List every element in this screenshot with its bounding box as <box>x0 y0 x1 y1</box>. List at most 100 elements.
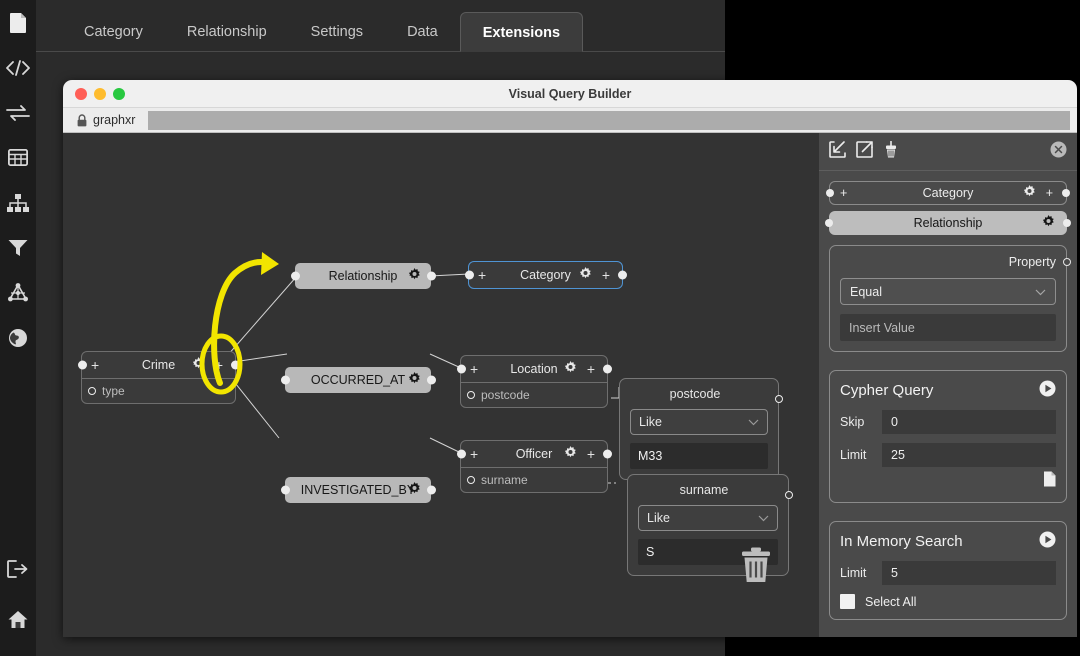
add-right-icon[interactable]: + <box>587 361 595 377</box>
brush-icon[interactable] <box>883 141 899 163</box>
add-left-icon[interactable]: + <box>470 446 478 462</box>
node-input-port[interactable] <box>281 486 290 495</box>
value-input[interactable]: Insert Value <box>840 314 1056 341</box>
gear-icon[interactable] <box>408 372 421 388</box>
node-output-port[interactable] <box>603 365 612 374</box>
close-icon[interactable] <box>1050 141 1067 163</box>
add-right-icon[interactable]: + <box>215 357 223 373</box>
node-output-port[interactable] <box>231 361 240 370</box>
globe-icon[interactable] <box>0 315 36 360</box>
gear-icon[interactable] <box>564 361 577 377</box>
graph-icon[interactable] <box>0 270 36 315</box>
property-port[interactable] <box>88 387 96 395</box>
card-footer <box>840 471 1056 492</box>
node-output-port[interactable] <box>427 272 436 281</box>
graph-node-category[interactable]: + Category + <box>468 261 623 289</box>
home-icon[interactable] <box>0 597 36 642</box>
add-right-icon[interactable]: + <box>1046 186 1053 200</box>
gear-icon[interactable] <box>579 267 592 283</box>
operator-select[interactable]: Like <box>638 505 778 531</box>
node-input-port[interactable] <box>291 272 300 281</box>
node-output-port[interactable] <box>427 376 436 385</box>
graph-node-occurred-at[interactable]: OCCURRED_AT <box>285 367 431 393</box>
node-input-port[interactable] <box>825 219 833 227</box>
node-property[interactable]: type <box>82 379 235 403</box>
tab-category[interactable]: Category <box>62 12 165 52</box>
add-left-icon[interactable]: + <box>840 186 847 200</box>
filter-icon[interactable] <box>0 225 36 270</box>
node-output-port[interactable] <box>427 486 436 495</box>
tab-relationship[interactable]: Relationship <box>165 12 289 52</box>
node-header[interactable]: + Location + <box>461 356 607 382</box>
panel-property-card[interactable]: Property Equal Insert Value <box>829 245 1067 352</box>
logout-icon[interactable] <box>0 546 36 591</box>
table-icon[interactable] <box>0 135 36 180</box>
card-port[interactable] <box>785 491 793 499</box>
node-property[interactable]: postcode <box>461 383 607 407</box>
node-input-port[interactable] <box>457 450 466 459</box>
node-input-port[interactable] <box>465 271 474 280</box>
export-icon[interactable] <box>856 141 873 163</box>
node-input-port[interactable] <box>281 376 290 385</box>
node-output-port[interactable] <box>1062 189 1070 197</box>
add-left-icon[interactable]: + <box>91 357 99 373</box>
select-all-checkbox[interactable] <box>840 594 855 609</box>
card-port[interactable] <box>775 395 783 403</box>
transfer-icon[interactable] <box>0 90 36 135</box>
gear-icon[interactable] <box>1042 215 1055 231</box>
node-output-port[interactable] <box>603 450 612 459</box>
node-input-port[interactable] <box>457 365 466 374</box>
url-bar[interactable]: graphxr <box>63 108 1077 133</box>
graph-node-relationship[interactable]: Relationship <box>295 263 431 289</box>
gear-icon[interactable] <box>408 268 421 284</box>
node-input-port[interactable] <box>826 189 834 197</box>
operator-select[interactable]: Equal <box>840 278 1056 305</box>
add-right-icon[interactable]: + <box>602 267 610 283</box>
node-output-port[interactable] <box>618 271 627 280</box>
gear-icon[interactable] <box>1023 185 1036 201</box>
tab-extensions[interactable]: Extensions <box>460 12 583 52</box>
panel-body: + Category + Relationship <box>819 171 1077 630</box>
panel-node-relationship[interactable]: Relationship <box>829 211 1067 235</box>
panel-node-category[interactable]: + Category + <box>829 181 1067 205</box>
property-filter-postcode[interactable]: postcode Like M33 <box>619 378 779 480</box>
graph-node-investigated-by[interactable]: INVESTIGATED_BY <box>285 477 431 503</box>
value-input[interactable]: M33 <box>630 443 768 469</box>
document-icon[interactable] <box>0 0 36 45</box>
property-port[interactable] <box>467 391 475 399</box>
trash-icon[interactable] <box>739 547 773 588</box>
property-label: type <box>102 384 125 398</box>
node-header[interactable]: + Officer + <box>461 441 607 467</box>
gear-icon[interactable] <box>408 482 421 498</box>
add-left-icon[interactable]: + <box>478 267 486 283</box>
tab-settings[interactable]: Settings <box>289 12 385 52</box>
graph-node-location[interactable]: + Location + postcode <box>460 355 608 408</box>
hierarchy-icon[interactable] <box>0 180 36 225</box>
node-properties: surname <box>461 467 607 492</box>
document-icon[interactable] <box>1043 471 1056 492</box>
operator-select[interactable]: Like <box>630 409 768 435</box>
add-left-icon[interactable]: + <box>470 361 478 377</box>
play-icon[interactable] <box>1039 531 1056 552</box>
select-all-row[interactable]: Select All <box>840 594 1056 609</box>
limit-input[interactable]: 5 <box>882 561 1056 585</box>
gear-icon[interactable] <box>564 446 577 462</box>
property-port[interactable] <box>467 476 475 484</box>
code-icon[interactable] <box>0 45 36 90</box>
node-header[interactable]: + Category + <box>469 262 622 288</box>
node-input-port[interactable] <box>78 361 87 370</box>
node-output-port[interactable] <box>1063 219 1071 227</box>
node-header[interactable]: + Crime + <box>82 352 235 378</box>
limit-input[interactable]: 25 <box>882 443 1056 467</box>
graph-node-officer[interactable]: + Officer + surname <box>460 440 608 493</box>
gear-icon[interactable] <box>192 357 205 373</box>
node-property[interactable]: surname <box>461 468 607 492</box>
import-icon[interactable] <box>829 141 846 163</box>
skip-input[interactable]: 0 <box>882 410 1056 434</box>
graph-canvas[interactable]: + Crime + type <box>63 133 819 637</box>
play-icon[interactable] <box>1039 380 1056 401</box>
tab-data[interactable]: Data <box>385 12 460 52</box>
graph-node-crime[interactable]: + Crime + type <box>81 351 236 404</box>
add-right-icon[interactable]: + <box>587 446 595 462</box>
card-port[interactable] <box>1063 258 1071 266</box>
